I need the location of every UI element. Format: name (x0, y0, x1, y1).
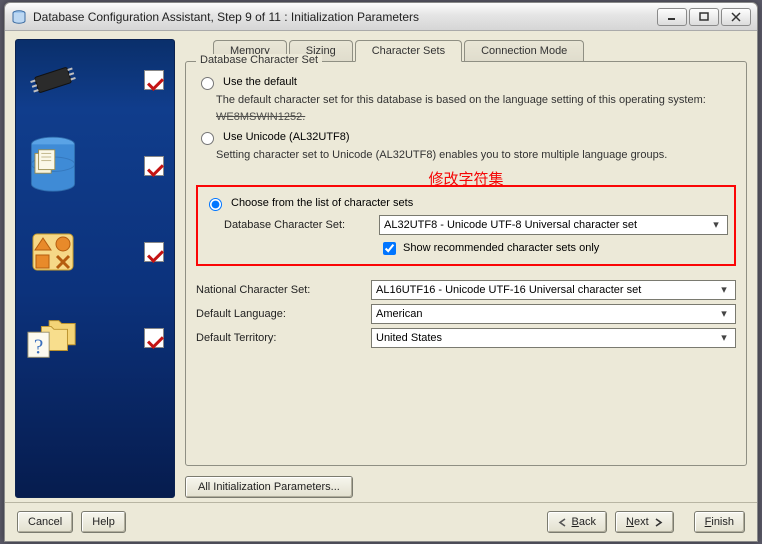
radio-use-default-label: Use the default (223, 76, 297, 88)
nav-right-icon (653, 518, 663, 527)
nav-left-icon (558, 518, 568, 527)
titlebar: Database Configuration Assistant, Step 9… (5, 3, 757, 31)
radio-use-unicode[interactable]: Use Unicode (AL32UTF8) (196, 131, 736, 145)
lower-form: National Character Set: AL16UTF16 - Unic… (196, 280, 736, 348)
default-territory-row: Default Territory: United States ▾ (196, 328, 736, 348)
shapes-icon (26, 228, 80, 276)
db-charset-label: Database Character Set: (224, 219, 369, 231)
use-default-desc: The default character set for this datab… (216, 92, 736, 125)
show-recommended-checkbox[interactable] (383, 242, 396, 255)
finish-label: inish (711, 516, 734, 528)
default-language-combo[interactable]: American ▾ (371, 304, 736, 324)
chevron-down-icon: ▾ (717, 307, 731, 321)
database-files-icon (26, 142, 80, 190)
check-icon (144, 328, 164, 348)
back-label: ack (579, 516, 596, 528)
show-recommended-row[interactable]: Show recommended character sets only (379, 239, 728, 258)
show-recommended-label: Show recommended character sets only (403, 242, 599, 254)
all-params-row: All Initialization Parameters... (185, 476, 747, 498)
radio-choose-list-label: Choose from the list of character sets (231, 197, 413, 209)
radio-use-unicode-label: Use Unicode (AL32UTF8) (223, 131, 350, 143)
window: Database Configuration Assistant, Step 9… (4, 2, 758, 542)
bottom-bar: Cancel Help Back Next Finish (5, 502, 757, 541)
main-row: ? Memory Sizing Character Sets Connectio… (5, 31, 757, 502)
next-button[interactable]: Next (615, 511, 674, 533)
check-icon (144, 70, 164, 90)
use-default-desc-text: The default character set for this datab… (216, 94, 706, 106)
radio-choose-list-input[interactable] (209, 198, 222, 211)
left-buttons: Cancel Help (17, 511, 126, 533)
help-button[interactable]: Help (81, 511, 126, 533)
radio-use-default[interactable]: Use the default (196, 76, 736, 90)
national-charset-label: National Character Set: (196, 284, 361, 296)
db-charset-value: AL32UTF8 - Unicode UTF-8 Universal chara… (384, 219, 637, 231)
close-button[interactable] (721, 8, 751, 26)
database-charset-fieldset: Database Character Set Use the default T… (185, 61, 747, 466)
chevron-down-icon: ▾ (717, 331, 731, 345)
check-icon (144, 156, 164, 176)
radio-choose-list[interactable]: Choose from the list of character sets (204, 197, 728, 211)
minimize-button[interactable] (657, 8, 687, 26)
window-title: Database Configuration Assistant, Step 9… (33, 10, 657, 24)
default-language-label: Default Language: (196, 308, 361, 320)
right-buttons: Back Next Finish (547, 511, 745, 533)
sidebar-step-4: ? (26, 314, 164, 362)
national-charset-value: AL16UTF16 - Unicode UTF-16 Universal cha… (376, 284, 641, 296)
annotation-text: 修改字符集 (196, 168, 736, 189)
default-territory-value: United States (376, 332, 442, 344)
app-icon (11, 9, 27, 25)
back-button[interactable]: Back (547, 511, 607, 533)
svg-text:?: ? (34, 334, 43, 358)
right-pane: Memory Sizing Character Sets Connection … (185, 39, 747, 498)
wizard-sidebar: ? (15, 39, 175, 498)
tab-connection-mode[interactable]: Connection Mode (464, 40, 584, 62)
default-territory-combo[interactable]: United States ▾ (371, 328, 736, 348)
db-charset-combo[interactable]: AL32UTF8 - Unicode UTF-8 Universal chara… (379, 215, 728, 235)
check-icon (144, 242, 164, 262)
radio-use-default-input[interactable] (201, 77, 214, 90)
fieldset-legend: Database Character Set (196, 54, 322, 66)
national-charset-row: National Character Set: AL16UTF16 - Unic… (196, 280, 736, 300)
sidebar-step-3 (26, 228, 164, 276)
default-language-value: American (376, 308, 422, 320)
next-label: ext (634, 516, 649, 528)
maximize-button[interactable] (689, 8, 719, 26)
os-charset: WE8MSWIN1252. (216, 111, 305, 123)
window-buttons (657, 8, 751, 26)
finish-button[interactable]: Finish (694, 511, 745, 533)
sidebar-step-2 (26, 142, 164, 190)
question-folders-icon: ? (26, 314, 80, 362)
annotation-box: Choose from the list of character sets D… (196, 185, 736, 266)
default-language-row: Default Language: American ▾ (196, 304, 736, 324)
all-initialization-parameters-button[interactable]: All Initialization Parameters... (185, 476, 353, 498)
chevron-down-icon: ▾ (709, 218, 723, 232)
use-unicode-desc: Setting character set to Unicode (AL32UT… (216, 147, 736, 164)
radio-use-unicode-input[interactable] (201, 132, 214, 145)
tab-character-sets[interactable]: Character Sets (355, 40, 462, 62)
default-territory-label: Default Territory: (196, 332, 361, 344)
national-charset-combo[interactable]: AL16UTF16 - Unicode UTF-16 Universal cha… (371, 280, 736, 300)
chip-icon (26, 56, 80, 104)
content: ? Memory Sizing Character Sets Connectio… (5, 31, 757, 541)
chevron-down-icon: ▾ (717, 283, 731, 297)
sidebar-step-1 (26, 56, 164, 104)
db-charset-row: Database Character Set: AL32UTF8 - Unico… (224, 215, 728, 235)
cancel-button[interactable]: Cancel (17, 511, 73, 533)
